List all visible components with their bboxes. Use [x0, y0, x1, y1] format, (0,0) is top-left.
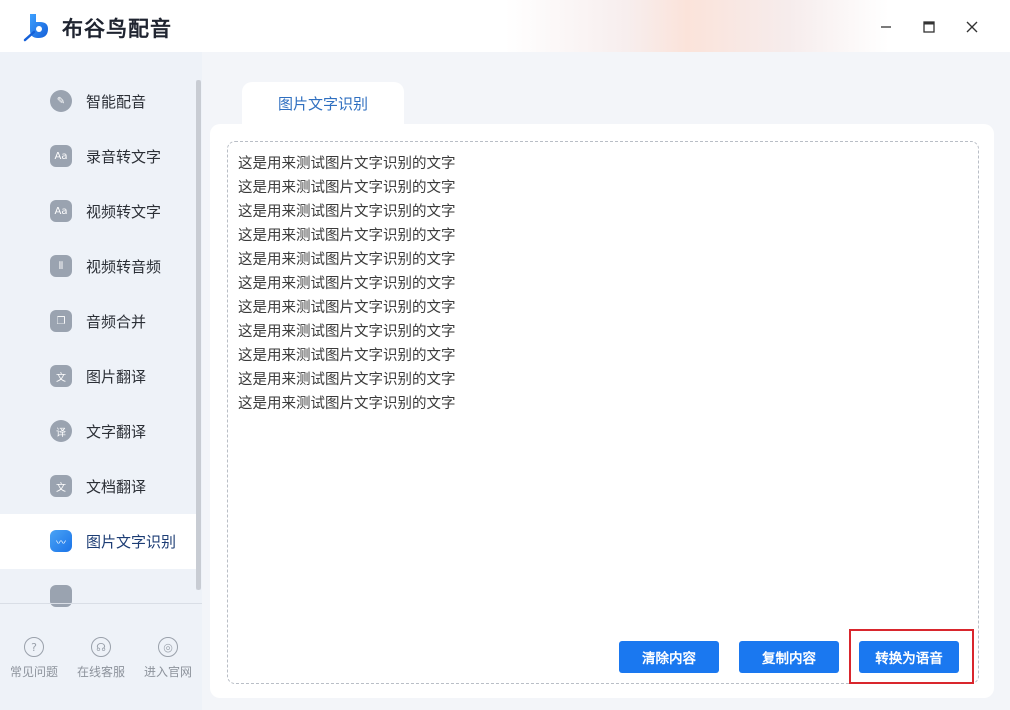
- help-icon: ?: [24, 637, 44, 657]
- sidebar-item-label: 智能配音: [86, 93, 147, 111]
- sidebar-item-more[interactable]: [0, 569, 196, 619]
- sidebar: ✎ 智能配音 Aa 录音转文字 Aa 视频转文字 ⦀ 视频转音频 ❐ 音频合并 …: [0, 52, 202, 710]
- close-icon: [966, 21, 978, 33]
- sidebar-item-label: 视频转文字: [86, 203, 162, 221]
- close-button[interactable]: [957, 12, 987, 42]
- sidebar-item-image-translate[interactable]: 文 图片翻译: [0, 349, 196, 404]
- text-line: 这是用来测试图片文字识别的文字: [238, 324, 456, 340]
- sidebar-item-document-translate[interactable]: 文 文档翻译: [0, 459, 196, 514]
- text-line: 这是用来测试图片文字识别的文字: [238, 228, 456, 244]
- sidebar-item-label: 录音转文字: [86, 148, 162, 166]
- faq-label: 常见问题: [9, 665, 58, 679]
- video-to-text-icon: Aa: [50, 200, 72, 222]
- image-ocr-icon: 〰: [50, 530, 72, 552]
- document-translate-icon: 文: [50, 475, 72, 497]
- text-translate-icon: 译: [50, 420, 72, 442]
- sidebar-item-recording-to-text[interactable]: Aa 录音转文字: [0, 129, 196, 184]
- sidebar-item-label: 文档翻译: [86, 478, 147, 496]
- image-translate-icon: 文: [50, 365, 72, 387]
- waveform-icon: ⦀: [50, 255, 72, 277]
- bird-logo-icon: [23, 14, 48, 42]
- sidebar-scrollbar[interactable]: [196, 80, 201, 590]
- sidebar-scrollbar-thumb[interactable]: [196, 80, 201, 590]
- ocr-result-textarea[interactable]: 这是用来测试图片文字识别的文字 这是用来测试图片文字识别的文字 这是用来测试图片…: [227, 141, 979, 684]
- highlight-annotation: [849, 629, 974, 684]
- sidebar-item-image-ocr[interactable]: 〰 图片文字识别: [0, 514, 196, 569]
- sidebar-item-smart-dubbing[interactable]: ✎ 智能配音: [0, 74, 196, 129]
- text-line: 这是用来测试图片文字识别的文字: [238, 252, 456, 268]
- faq-link[interactable]: ? 常见问题: [4, 627, 64, 680]
- text-line: 这是用来测试图片文字识别的文字: [238, 348, 456, 364]
- sidebar-item-label: 文字翻译: [86, 423, 147, 441]
- text-line: 这是用来测试图片文字识别的文字: [238, 204, 456, 220]
- clear-content-button[interactable]: 清除内容: [619, 641, 719, 673]
- text-line: 这是用来测试图片文字识别的文字: [238, 372, 456, 388]
- minimize-icon: [881, 26, 891, 28]
- official-site-link[interactable]: ◎ 进入官网: [138, 627, 198, 680]
- mic-icon: ✎: [50, 90, 72, 112]
- copy-content-button[interactable]: 复制内容: [739, 641, 839, 673]
- sidebar-nav: ✎ 智能配音 Aa 录音转文字 Aa 视频转文字 ⦀ 视频转音频 ❐ 音频合并 …: [0, 74, 196, 619]
- title-bar: 布谷鸟配音: [0, 0, 1010, 52]
- sidebar-item-label: 图片翻译: [86, 368, 147, 386]
- app-title: 布谷鸟配音: [62, 17, 172, 41]
- content-panel: 这是用来测试图片文字识别的文字 这是用来测试图片文字识别的文字 这是用来测试图片…: [210, 124, 994, 698]
- sidebar-item-audio-merge[interactable]: ❐ 音频合并: [0, 294, 196, 349]
- sidebar-item-label: 视频转音频: [86, 258, 162, 276]
- merge-icon: ❐: [50, 310, 72, 332]
- sidebar-item-label: 图片文字识别: [86, 533, 177, 551]
- sidebar-item-label: 音频合并: [86, 313, 147, 331]
- online-support-link[interactable]: ☊ 在线客服: [71, 627, 131, 680]
- headset-icon: ☊: [91, 637, 111, 657]
- speech-to-text-icon: Aa: [50, 145, 72, 167]
- sidebar-item-text-translate[interactable]: 译 文字翻译: [0, 404, 196, 459]
- text-line: 这是用来测试图片文字识别的文字: [238, 300, 456, 316]
- sidebar-bottom-links: ? 常见问题 ☊ 在线客服 ◎ 进入官网: [0, 627, 202, 687]
- maximize-button[interactable]: [914, 12, 944, 42]
- text-line: 这是用来测试图片文字识别的文字: [238, 276, 456, 292]
- globe-icon: ◎: [158, 637, 178, 657]
- maximize-icon: [923, 21, 935, 33]
- sidebar-divider: [0, 603, 202, 604]
- text-line: 这是用来测试图片文字识别的文字: [238, 156, 456, 172]
- official-site-label: 进入官网: [143, 665, 192, 679]
- text-line: 这是用来测试图片文字识别的文字: [238, 180, 456, 196]
- sidebar-item-video-to-text[interactable]: Aa 视频转文字: [0, 184, 196, 239]
- sidebar-item-video-to-audio[interactable]: ⦀ 视频转音频: [0, 239, 196, 294]
- online-support-label: 在线客服: [76, 665, 125, 679]
- minimize-button[interactable]: [871, 12, 901, 42]
- text-line: 这是用来测试图片文字识别的文字: [238, 396, 456, 412]
- tab-image-ocr[interactable]: 图片文字识别: [242, 82, 404, 124]
